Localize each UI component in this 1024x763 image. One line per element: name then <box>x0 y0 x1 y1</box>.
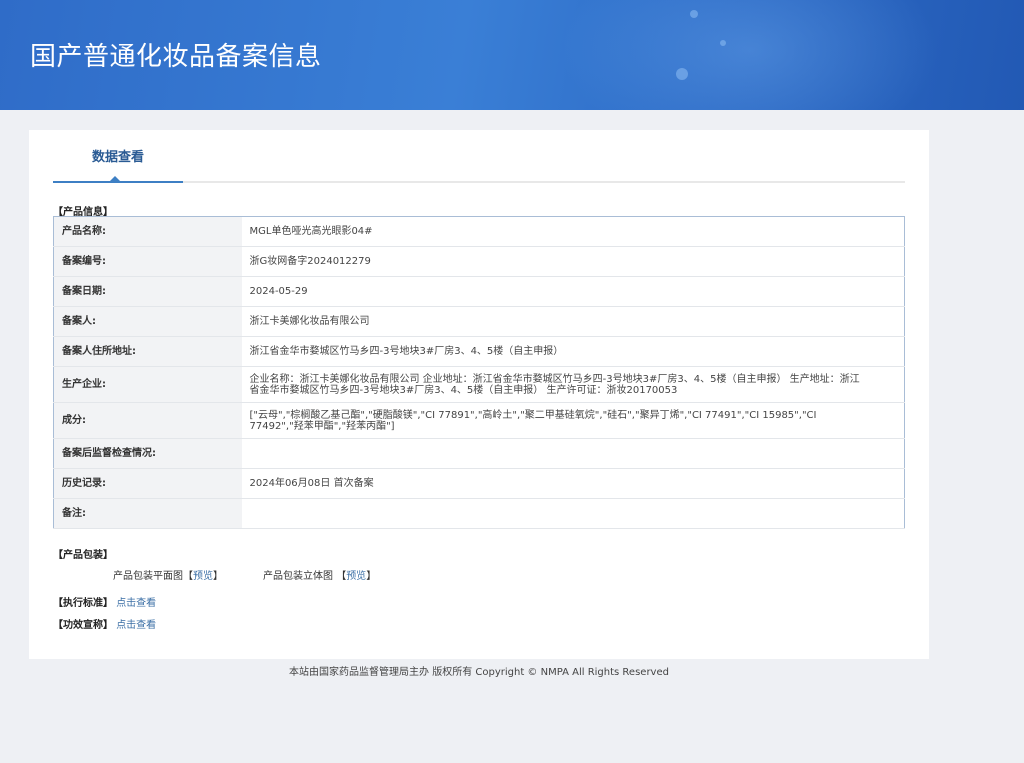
packaging-title: 【产品包装】 <box>53 550 113 561</box>
table-row: 产品名称: MGL单色哑光高光眼影04# <box>53 216 905 247</box>
tab-label: 数据查看 <box>91 150 144 165</box>
row-value <box>241 438 905 469</box>
row-value: 浙G妆网备字2024012279 <box>241 246 905 277</box>
row-value <box>241 498 905 529</box>
packaging-solid: 产品包装立体图 【预览】 <box>263 571 377 582</box>
footer-copyright: 本站由国家药品监督管理局主办 版权所有 Copyright © NMPA All… <box>289 667 669 678</box>
table-row: 备案日期: 2024-05-29 <box>53 276 905 307</box>
standard-label: 【执行标准】 <box>53 598 113 609</box>
table-row: 备案后监督检查情况: <box>53 438 905 469</box>
row-value: MGL单色哑光高光眼影04# <box>241 216 905 247</box>
row-value: 2024-05-29 <box>241 276 905 307</box>
table-row: 备案编号: 浙G妆网备字2024012279 <box>53 246 905 277</box>
packaging-flat-label: 产品包装平面图 <box>113 571 183 582</box>
row-label: 历史记录: <box>53 468 242 499</box>
row-label: 成分: <box>53 402 242 439</box>
packaging-flat: 产品包装平面图【预览】 <box>113 571 223 582</box>
row-label: 备案日期: <box>53 276 242 307</box>
preview-solid-link[interactable]: 预览 <box>346 571 366 582</box>
product-info-table: 产品名称: MGL单色哑光高光眼影04# 备案编号: 浙G妆网备字2024012… <box>53 216 905 529</box>
row-label: 备案人住所地址: <box>53 336 242 367</box>
row-label: 备案人: <box>53 306 242 337</box>
row-value: 浙江省金华市婺城区竹马乡四-3号地块3#厂房3、4、5楼（自主申报） <box>241 336 905 367</box>
standard-row: 【执行标准】 点击查看 <box>53 594 156 609</box>
standard-link[interactable]: 点击查看 <box>116 598 156 609</box>
row-value: ["云母","棕榈酸乙基己酯","硬脂酸镁","CI 77891","高岭土",… <box>241 402 905 439</box>
efficacy-link[interactable]: 点击查看 <box>116 620 156 631</box>
row-label: 备案后监督检查情况: <box>53 438 242 469</box>
packaging-solid-label: 产品包装立体图 <box>263 571 333 582</box>
table-row: 历史记录: 2024年06月08日 首次备案 <box>53 468 905 499</box>
table-row: 备案人: 浙江卡美娜化妆品有限公司 <box>53 306 905 337</box>
preview-flat-link[interactable]: 预览 <box>193 571 213 582</box>
content-card: 数据查看 【产品信息】 产品名称: MGL单色哑光高光眼影04# 备案编号: 浙… <box>29 130 929 659</box>
row-value: 企业名称：浙江卡美娜化妆品有限公司 企业地址：浙江省金华市婺城区竹马乡四-3号地… <box>241 366 905 403</box>
row-label: 备注: <box>53 498 242 529</box>
tab-bar: 数据查看 <box>53 130 905 183</box>
row-label: 生产企业: <box>53 366 242 403</box>
page-title: 国产普通化妆品备案信息 <box>30 42 322 72</box>
tab-active-indicator <box>110 176 120 181</box>
table-row: 成分: ["云母","棕榈酸乙基己酯","硬脂酸镁","CI 77891","高… <box>53 402 905 439</box>
table-row: 生产企业: 企业名称：浙江卡美娜化妆品有限公司 企业地址：浙江省金华市婺城区竹马… <box>53 366 905 403</box>
efficacy-row: 【功效宣称】 点击查看 <box>53 616 156 631</box>
tab-data-view[interactable]: 数据查看 <box>53 130 183 183</box>
table-row: 备注: <box>53 498 905 529</box>
row-value: 2024年06月08日 首次备案 <box>241 468 905 499</box>
row-label: 备案编号: <box>53 246 242 277</box>
header-banner: 国产普通化妆品备案信息 <box>0 0 1024 110</box>
table-row: 备案人住所地址: 浙江省金华市婺城区竹马乡四-3号地块3#厂房3、4、5楼（自主… <box>53 336 905 367</box>
row-value: 浙江卡美娜化妆品有限公司 <box>241 306 905 337</box>
efficacy-label: 【功效宣称】 <box>53 620 113 631</box>
row-label: 产品名称: <box>53 216 242 247</box>
